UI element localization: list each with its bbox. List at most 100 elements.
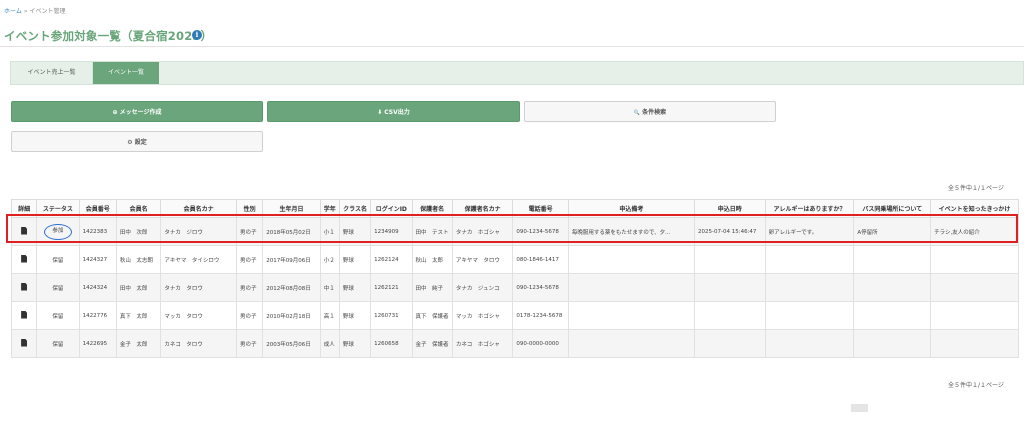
column-header: 電話番号 [512,199,569,218]
document-icon[interactable] [21,310,28,319]
gender-cell: 男の子 [235,301,264,330]
guardian-name-cell: 田中 テスト [411,217,453,246]
bus-stop-cell [853,273,932,302]
referral-source-cell [930,329,1019,358]
class-cell: 野球 [338,301,372,330]
referral-source-cell: チラシ,友人の紹介 [930,217,1019,246]
detail-cell[interactable] [10,329,38,358]
class-cell: 野球 [338,273,372,302]
member-kana-cell: マッカ タロウ [160,301,237,330]
status-cell: 参加 [36,217,80,246]
guardian-kana-cell: タナカ ジュンコ [451,273,514,302]
gender-cell: 男の子 [235,329,264,358]
status-cell: 保留 [36,245,80,274]
class-cell: 野球 [338,217,372,246]
status-cell: 保留 [36,273,80,302]
login-id-cell: 1262124 [370,245,413,274]
page-title: イベント参加対象一覧（夏合宿2025） [4,29,213,43]
birthdate-cell: 2003年05月06日 [262,329,321,358]
column-header: クラス名 [338,199,372,218]
status-badge: 参加 [43,223,72,240]
column-header: 申込備考 [567,199,696,218]
application-note-cell: 毎晩服用する薬をもたせますので、夕... [567,217,696,246]
column-header: 保護者名 [411,199,453,218]
breadcrumb-home-link[interactable]: ホーム [4,8,22,15]
phone-cell: 090-1234-5678 [512,273,569,302]
condition-search-button[interactable]: 🔍 条件検索 [524,101,776,122]
application-note-cell [567,273,696,302]
tab-event-sales[interactable]: イベント売上一覧 [11,62,93,84]
create-message-label: メッセージ作成 [119,109,162,116]
application-note-cell [567,301,696,330]
csv-export-label: CSV出力 [384,109,410,116]
document-icon[interactable] [21,338,28,347]
column-header: 詳細 [10,199,38,218]
status-cell: 保留 [36,329,80,358]
allergy-cell [764,301,855,330]
phone-cell: 090-0000-0000 [512,329,569,358]
title-divider [0,46,1024,47]
detail-cell[interactable] [10,245,38,274]
bus-stop-cell: A停留所 [853,217,932,246]
create-message-button[interactable]: ⊕ メッセージ作成 [11,101,263,122]
column-header: バス同乗場所について [853,199,932,218]
gear-icon: ⚙ [127,139,133,146]
bus-stop-cell [853,301,932,330]
grade-cell: 中１ [319,273,340,302]
member-kana-cell: タナカ ジロウ [160,217,237,246]
referral-source-cell [930,273,1019,302]
login-id-cell: 1262121 [370,273,413,302]
birthdate-cell: 2010年02月18日 [262,301,321,330]
pagination-button[interactable] [851,404,868,412]
member-number-cell: 1422776 [78,301,117,330]
application-note-cell [567,329,696,358]
member-name-cell: 田中 太郎 [115,273,162,302]
detail-cell[interactable] [10,273,38,302]
detail-cell[interactable] [10,301,38,330]
document-icon[interactable] [21,282,28,291]
allergy-cell [764,245,855,274]
application-datetime-cell [694,273,766,302]
login-id-cell: 1260731 [370,301,413,330]
search-icon: 🔍 [633,110,641,116]
guardian-kana-cell: アキヤマ タロウ [451,245,514,274]
download-icon: ⬇ [377,109,383,116]
info-icon[interactable]: i [192,30,202,40]
column-header: 学年 [319,199,340,218]
member-number-cell: 1424324 [78,273,117,302]
settings-label: 設定 [134,139,147,146]
member-name-cell: 秋山 太志朗 [115,245,162,274]
birthdate-cell: 2012年08月08日 [262,273,321,302]
birthdate-cell: 2018年05月02日 [262,217,321,246]
participant-table: 詳細 ステータス 会員番号 会員名 会員名カナ 性別 生年月日 学年 クラス名 … [10,199,1019,358]
table-row: 保留 1424327 秋山 太志朗 アキヤマ タイシロウ 男の子 2017年09… [10,245,1019,274]
document-icon[interactable] [21,226,28,235]
column-header: 会員名 [115,199,162,218]
document-icon[interactable] [21,254,28,263]
tab-event-list[interactable]: イベント一覧 [93,62,159,84]
column-header: 申込日時 [694,199,766,218]
breadcrumb-current: イベント管理 [29,8,66,15]
csv-export-button[interactable]: ⬇ CSV出力 [267,101,520,122]
member-kana-cell: カネコ タロウ [160,329,237,358]
application-datetime-cell: 2025-07-04 15:46:47 [694,217,766,246]
settings-button[interactable]: ⚙ 設定 [11,131,263,152]
column-header: ステータス [36,199,80,218]
gender-cell: 男の子 [235,245,264,274]
class-cell: 野球 [338,329,372,358]
detail-cell[interactable] [10,217,38,246]
column-header: アレルギーはありますか？ [764,199,855,218]
allergy-cell [764,273,855,302]
guardian-name-cell: 田中 純子 [411,273,453,302]
grade-cell: 成人 [319,329,340,358]
guardian-kana-cell: カネコ ホゴシャ [451,329,514,358]
member-number-cell: 1422383 [78,217,117,246]
table-row: 保留 1424324 田中 太郎 タナカ タロウ 男の子 2012年08月08日… [10,273,1019,302]
guardian-name-cell: 真下 保護者 [411,301,453,330]
application-datetime-cell [694,245,766,274]
column-header: 性別 [235,199,264,218]
application-datetime-cell [694,329,766,358]
referral-source-cell [930,301,1019,330]
column-header: 会員番号 [78,199,117,218]
condition-search-label: 条件検索 [642,109,667,116]
